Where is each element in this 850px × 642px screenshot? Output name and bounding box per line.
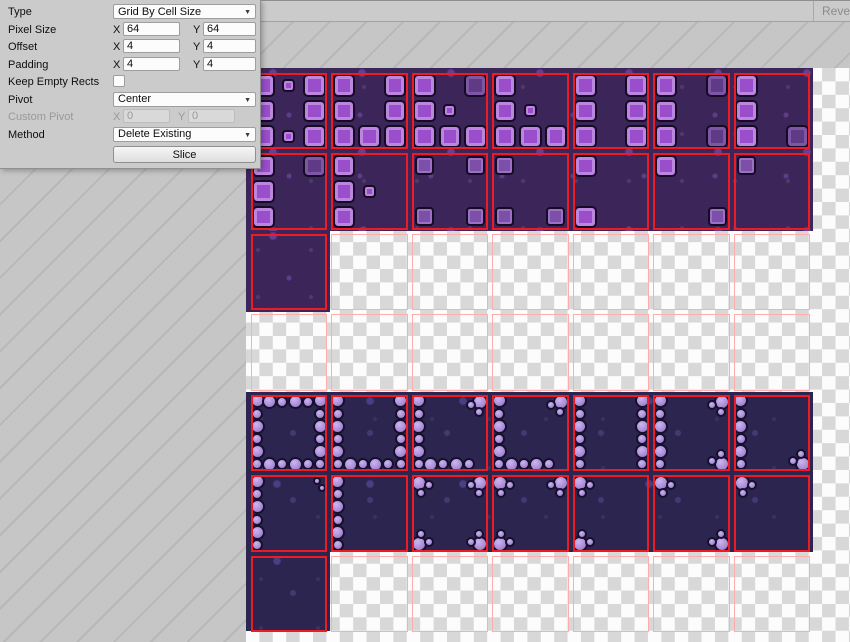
- empty-sprite-rect[interactable]: [653, 234, 730, 311]
- sprite-rect[interactable]: [653, 395, 730, 472]
- sprite-rect[interactable]: [734, 153, 811, 230]
- revert-button[interactable]: Rever: [813, 1, 850, 21]
- method-label: Method: [8, 129, 45, 141]
- padding-x-input[interactable]: [123, 57, 180, 71]
- sprite-rect[interactable]: [573, 475, 650, 552]
- padding-y-input[interactable]: [203, 57, 256, 71]
- padding-label: Padding: [8, 59, 48, 71]
- y-axis-label: Y: [193, 24, 200, 36]
- chevron-down-icon: ▼: [244, 9, 251, 16]
- sprite-rect[interactable]: [492, 395, 569, 472]
- empty-sprite-rect[interactable]: [653, 556, 730, 633]
- sprite-rect[interactable]: [251, 234, 328, 311]
- type-row: Type Grid By Cell Size ▼: [0, 4, 260, 19]
- sprite-rect[interactable]: [573, 73, 650, 150]
- sprite-rect[interactable]: [412, 73, 489, 150]
- empty-sprite-rect[interactable]: [331, 314, 408, 391]
- keep-empty-rects-row: Keep Empty Rects: [0, 74, 260, 89]
- sprite-rect[interactable]: [492, 475, 569, 552]
- empty-sprite-rect[interactable]: [492, 234, 569, 311]
- y-axis-label: Y: [178, 111, 185, 123]
- chevron-down-icon: ▼: [244, 97, 251, 104]
- padding-row: Padding X Y: [0, 57, 260, 72]
- sprite-rect[interactable]: [653, 153, 730, 230]
- y-axis-label: Y: [193, 59, 200, 71]
- type-dropdown[interactable]: Grid By Cell Size ▼: [113, 4, 256, 19]
- empty-sprite-rect[interactable]: [412, 234, 489, 311]
- sprite-rect[interactable]: [412, 395, 489, 472]
- empty-sprite-rect[interactable]: [492, 556, 569, 633]
- method-row: Method Delete Existing ▼: [0, 127, 260, 142]
- offset-y-input[interactable]: [203, 39, 256, 53]
- pixel-size-label: Pixel Size: [8, 24, 56, 36]
- pixel-size-row: Pixel Size X Y: [0, 22, 260, 37]
- x-axis-label: X: [113, 24, 120, 36]
- pivot-label: Pivot: [8, 94, 32, 106]
- offset-label: Offset: [8, 41, 37, 53]
- offset-x-input[interactable]: [123, 39, 180, 53]
- sprite-rect[interactable]: [251, 395, 328, 472]
- pivot-dropdown[interactable]: Center ▼: [113, 92, 256, 107]
- sprite-rect[interactable]: [331, 395, 408, 472]
- x-axis-label: X: [113, 41, 120, 53]
- sprite-rect[interactable]: [251, 73, 328, 150]
- empty-sprite-rect[interactable]: [734, 234, 811, 311]
- keep-empty-rects-checkbox[interactable]: [113, 75, 125, 87]
- sprite-rect[interactable]: [331, 153, 408, 230]
- empty-sprite-rect[interactable]: [492, 314, 569, 391]
- custom-pivot-x-input: [123, 109, 170, 123]
- type-value: Grid By Cell Size: [118, 6, 201, 18]
- custom-pivot-y-input: [188, 109, 235, 123]
- x-axis-label: X: [113, 59, 120, 71]
- sprite-rect[interactable]: [734, 73, 811, 150]
- sprite-editor-window: Slice ▾ Trim Rever Type Grid By Cell Siz…: [0, 0, 850, 642]
- sprite-rect[interactable]: [734, 475, 811, 552]
- sprite-rect[interactable]: [734, 395, 811, 472]
- sprite-rect[interactable]: [412, 475, 489, 552]
- empty-sprite-rect[interactable]: [573, 234, 650, 311]
- empty-sprite-rect[interactable]: [734, 556, 811, 633]
- keep-empty-rects-label: Keep Empty Rects: [8, 76, 99, 88]
- sprite-rect[interactable]: [331, 73, 408, 150]
- offset-row: Offset X Y: [0, 39, 260, 54]
- sprite-rect[interactable]: [573, 153, 650, 230]
- type-label: Type: [8, 6, 32, 18]
- empty-sprite-rect[interactable]: [734, 314, 811, 391]
- empty-sprite-rect[interactable]: [412, 314, 489, 391]
- sprite-rect[interactable]: [331, 475, 408, 552]
- empty-sprite-rect[interactable]: [573, 314, 650, 391]
- sprite-rect[interactable]: [653, 475, 730, 552]
- empty-sprite-rect[interactable]: [251, 314, 328, 391]
- sprite-rect[interactable]: [412, 153, 489, 230]
- y-axis-label: Y: [193, 41, 200, 53]
- empty-sprite-rect[interactable]: [331, 234, 408, 311]
- sprite-rect[interactable]: [653, 73, 730, 150]
- pivot-row: Pivot Center ▼: [0, 92, 260, 107]
- sprite-rect[interactable]: [492, 153, 569, 230]
- sprite-rect[interactable]: [573, 395, 650, 472]
- chevron-down-icon: ▼: [244, 132, 251, 139]
- sprite-rect[interactable]: [251, 556, 328, 633]
- method-value: Delete Existing: [118, 128, 191, 140]
- empty-sprite-rect[interactable]: [331, 556, 408, 633]
- slice-button[interactable]: Slice: [113, 146, 256, 163]
- slice-panel: Type Grid By Cell Size ▼ Pixel Size X Y …: [0, 0, 261, 169]
- x-axis-label: X: [113, 111, 120, 123]
- custom-pivot-label: Custom Pivot: [8, 111, 73, 123]
- method-dropdown[interactable]: Delete Existing ▼: [113, 127, 256, 142]
- sprite-rect[interactable]: [251, 475, 328, 552]
- sprite-rect[interactable]: [492, 73, 569, 150]
- sprite-rect[interactable]: [251, 153, 328, 230]
- empty-sprite-rect[interactable]: [412, 556, 489, 633]
- pixel-size-y-input[interactable]: [203, 22, 256, 36]
- empty-sprite-rect[interactable]: [653, 314, 730, 391]
- pixel-size-x-input[interactable]: [123, 22, 180, 36]
- custom-pivot-row: Custom Pivot X Y: [0, 109, 260, 124]
- empty-sprite-rect[interactable]: [573, 556, 650, 633]
- pivot-value: Center: [118, 93, 151, 105]
